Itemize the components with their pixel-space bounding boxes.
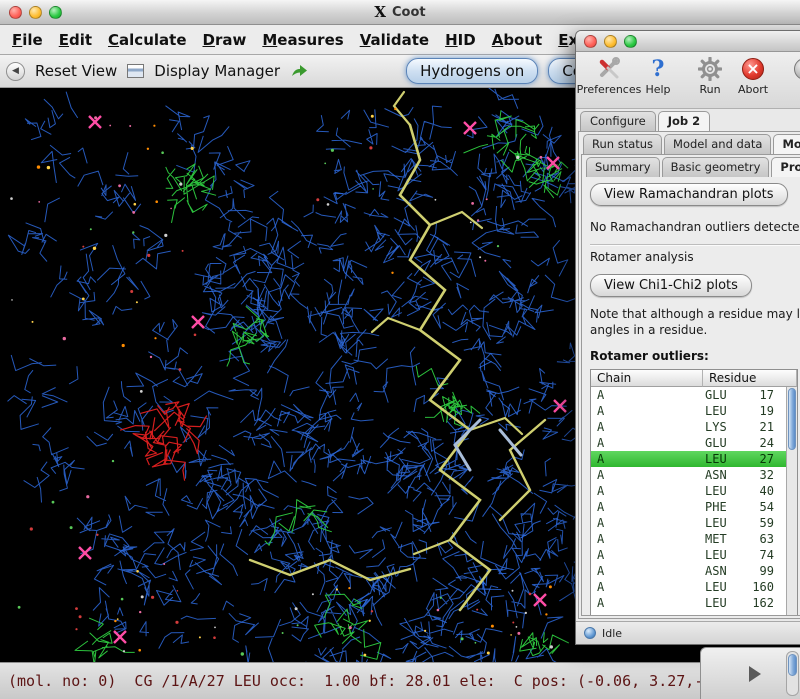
abort-label: Abort (738, 83, 768, 96)
view-ramachandran-plots-button[interactable]: View Ramachandran plots (590, 183, 788, 206)
menu-draw[interactable]: Draw (195, 31, 255, 49)
dialog-window-controls (584, 35, 637, 48)
green-arrow-icon[interactable] (290, 64, 308, 78)
view-chi1-chi2-plots-button[interactable]: View Chi1-Chi2 plots (590, 274, 752, 297)
dialog-status-bar: Idle (576, 621, 800, 644)
molprobity-dialog: Preferences ? Help (575, 30, 800, 645)
gear-icon (698, 56, 722, 82)
display-manager-icon[interactable] (127, 64, 144, 78)
run-button[interactable]: Run (690, 56, 730, 96)
table-row[interactable]: ALEU27 (591, 451, 786, 467)
table-row[interactable]: ALEU74 (591, 547, 786, 563)
main-titlebar: X Coot (0, 0, 800, 25)
dialog-status-text: Idle (602, 627, 622, 640)
table-row[interactable]: APHE54 (591, 499, 786, 515)
table-row[interactable]: ALEU59 (591, 515, 786, 531)
tab-model-and-data[interactable]: Model and data (664, 134, 771, 154)
abort-button[interactable]: × Abort (730, 56, 776, 96)
tools-icon (597, 56, 621, 82)
table-row[interactable]: ALYS21 (591, 419, 786, 435)
tab-job-2[interactable]: Job 2 (658, 111, 710, 131)
dialog-toolbar: Preferences ? Help (576, 52, 800, 109)
table-row[interactable]: AASN32 (591, 467, 786, 483)
minimize-button[interactable] (29, 6, 42, 19)
menu-measures[interactable]: Measures (254, 31, 351, 49)
table-row[interactable]: ALEU19 (591, 403, 786, 419)
section-separator (590, 244, 800, 246)
tab-protein[interactable]: Protein (771, 157, 800, 177)
corner-scrollbar-thumb[interactable] (788, 654, 797, 676)
ramachandran-result-text: No Ramachandran outliers detected (590, 220, 800, 234)
molprobity-notebook: Summary Basic geometry Protein C View Ra… (581, 154, 800, 616)
dialog-tabs-level1: Configure Job 2 (576, 109, 800, 131)
job-notebook: Run status Model and data MolProbity Sum… (578, 131, 800, 619)
rotamer-note-line1: Note that although a residue may lie (590, 307, 800, 321)
window-controls (9, 6, 62, 19)
column-header-chain[interactable]: Chain (591, 370, 703, 387)
clipped-toolbar-button[interactable] (776, 56, 800, 83)
display-manager-button[interactable]: Display Manager (154, 62, 280, 80)
rotamer-analysis-label: Rotamer analysis (590, 250, 800, 264)
preferences-button[interactable]: Preferences (580, 56, 638, 96)
table-header: Chain Residue (591, 370, 797, 387)
play-icon[interactable] (749, 666, 761, 682)
corner-scrollbar[interactable] (786, 651, 799, 696)
run-label: Run (699, 83, 720, 96)
menu-hid[interactable]: HID (437, 31, 484, 49)
menu-edit[interactable]: Edit (51, 31, 100, 49)
menu-file[interactable]: File (4, 31, 51, 49)
window-title-text: Coot (392, 5, 426, 20)
tab-run-status[interactable]: Run status (583, 134, 662, 154)
table-row[interactable]: AGLU17 (591, 387, 786, 403)
help-button[interactable]: ? Help (638, 56, 678, 96)
table-row[interactable]: AGLU24 (591, 435, 786, 451)
help-icon: ? (652, 56, 665, 82)
clipped-icon (794, 56, 800, 82)
tab-summary[interactable]: Summary (586, 157, 660, 177)
column-header-residue[interactable]: Residue (703, 370, 797, 387)
atom-info-text: (mol. no: 0) CG /1/A/27 LEU occ: 1.00 bf… (8, 672, 758, 690)
menu-calculate[interactable]: Calculate (100, 31, 194, 49)
dialog-tabs-level3: Summary Basic geometry Protein C (582, 155, 800, 177)
tab-configure[interactable]: Configure (580, 111, 656, 131)
rotamer-note-line2: angles in a residue. (590, 323, 800, 337)
table-scrollbar[interactable] (786, 387, 797, 615)
dialog-minimize-button[interactable] (604, 35, 617, 48)
zoom-button[interactable] (49, 6, 62, 19)
dialog-zoom-button[interactable] (624, 35, 637, 48)
table-row[interactable]: ALEU160 (591, 579, 786, 595)
dialog-close-button[interactable] (584, 35, 597, 48)
table-row[interactable]: AASN99 (591, 563, 786, 579)
table-row[interactable]: ALEU162 (591, 595, 786, 611)
background-window-corner (700, 647, 800, 699)
close-button[interactable] (9, 6, 22, 19)
reset-view-button[interactable]: Reset View (35, 62, 117, 80)
preferences-label: Preferences (577, 83, 642, 96)
rotamer-table-body: AGLU17ALEU19ALYS21AGLU24ALEU27AASN32ALEU… (591, 387, 786, 615)
menu-validate[interactable]: Validate (352, 31, 437, 49)
status-orb-icon (584, 627, 596, 639)
abort-icon: × (742, 56, 764, 82)
back-arrow-icon[interactable]: ◀ (6, 62, 25, 81)
menu-about[interactable]: About (484, 31, 551, 49)
protein-tab-content: View Ramachandran plots No Ramachandran … (582, 177, 800, 615)
hydrogens-toggle-button[interactable]: Hydrogens on (406, 58, 538, 84)
window-title: X Coot (374, 3, 425, 21)
table-row[interactable]: AMET63 (591, 531, 786, 547)
table-scrollbar-thumb[interactable] (788, 388, 796, 450)
rotamer-outliers-label: Rotamer outliers: (590, 349, 800, 363)
x11-icon: X (374, 3, 386, 21)
screen: X Coot File Edit Calculate Draw Measures… (0, 0, 800, 699)
main-status-bar: (mol. no: 0) CG /1/A/27 LEU occ: 1.00 bf… (0, 662, 800, 699)
tab-molprobity[interactable]: MolProbity (773, 134, 800, 154)
table-row[interactable]: ALEU40 (591, 483, 786, 499)
dialog-tabs-level2: Run status Model and data MolProbity (579, 132, 800, 154)
help-label: Help (645, 83, 670, 96)
rotamer-outliers-table: Chain Residue AGLU17ALEU19ALYS21AGLU24AL… (590, 369, 798, 615)
tab-basic-geometry[interactable]: Basic geometry (662, 157, 770, 177)
dialog-titlebar (576, 31, 800, 52)
